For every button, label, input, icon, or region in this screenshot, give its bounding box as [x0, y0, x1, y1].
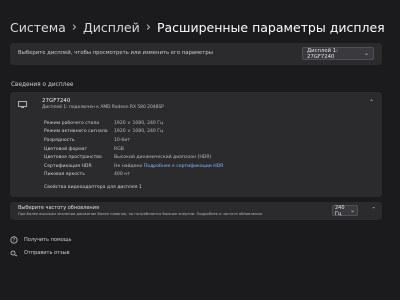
feedback-icon	[10, 250, 18, 257]
display-info-section-title: Сведения о дисплее	[11, 82, 74, 88]
property-value: 1920 × 1080, 240 Гц	[114, 120, 164, 126]
property-value: 400 нт	[114, 172, 130, 178]
display-info-panel: 27GF7240 Дисплей 1: подключен к AMD Rade…	[10, 92, 382, 197]
display-select-value: Дисплей 1: 27GF7240	[307, 47, 338, 60]
hdr-certification-link[interactable]: Подробнее о сертификации HDR	[144, 164, 224, 169]
property-row: Режим рабочего стола 1920 × 1080, 240 Гц	[44, 119, 223, 128]
monitor-icon	[18, 101, 27, 108]
property-row: Режим активного сигнала 1920 × 1080, 240…	[44, 128, 223, 137]
display-select-dropdown[interactable]: Дисплей 1: 27GF7240 ⌄	[302, 47, 374, 60]
property-row: Цветовое пространство Высокий динамическ…	[44, 153, 223, 162]
refresh-rate-title: Выберите частоту обновления	[18, 205, 99, 211]
property-label: Цветовое пространство	[44, 155, 102, 161]
page-title: Расширенные параметры дисплея	[156, 20, 385, 35]
device-connection: Дисплей 1: подключен к AMD Radeon RX 580…	[42, 105, 164, 110]
property-label: Пиковая яркость	[44, 172, 85, 178]
get-help-label: Получить помощь	[24, 237, 72, 243]
display-select-row: Выберите дисплей, чтобы просмотреть или …	[10, 43, 382, 65]
property-value: Высокий динамический диапазон (HDR)	[114, 155, 212, 161]
property-label: Разрядность	[44, 137, 75, 143]
breadcrumb-separator: ›	[145, 20, 151, 35]
device-name: 27GF7240	[42, 98, 71, 104]
property-value: RGB	[114, 146, 124, 152]
refresh-rate-panel: Выберите частоту обновления При более вы…	[10, 202, 382, 220]
chevron-down-icon: ⌄	[349, 207, 355, 214]
chevron-up-icon[interactable]: ⌃	[371, 207, 376, 213]
property-row: Цветовой формат RGB	[44, 145, 223, 154]
refresh-rate-description: При более высоком значении движение боле…	[18, 212, 262, 216]
refresh-rate-value: 240 Гц	[335, 204, 345, 217]
adapter-properties-link[interactable]: Свойства видеоадаптера для дисплея 1	[44, 185, 142, 190]
property-value: 1920 × 1080, 240 Гц	[114, 129, 164, 135]
breadcrumb-separator: ›	[71, 20, 77, 35]
property-label: Сертификация HDR	[44, 163, 92, 169]
property-label: Режим рабочего стола	[44, 120, 100, 126]
property-value: 10-бит	[114, 137, 130, 143]
property-row: Разрядность 10-бит	[44, 136, 223, 145]
display-properties: Режим рабочего стола 1920 × 1080, 240 Гц…	[44, 119, 223, 179]
get-help-link[interactable]: ? Получить помощь	[10, 236, 71, 244]
display-select-label: Выберите дисплей, чтобы просмотреть или …	[18, 50, 213, 56]
help-icon: ?	[10, 236, 18, 244]
refresh-rate-dropdown[interactable]: 240 Гц ⌄	[332, 204, 358, 217]
send-feedback-label: Отправить отзыв	[24, 250, 70, 256]
breadcrumb-system[interactable]: Система	[10, 20, 66, 35]
property-value: Не найдено Подробнее о сертификации HDR	[114, 164, 223, 169]
breadcrumb: Система › Дисплей › Расширенные параметр…	[10, 20, 385, 35]
chevron-down-icon: ⌄	[363, 50, 369, 57]
hdr-status: Не найдено	[114, 163, 143, 169]
property-label: Режим активного сигнала	[44, 129, 108, 135]
chevron-up-icon[interactable]: ⌃	[369, 99, 374, 106]
breadcrumb-display[interactable]: Дисплей	[83, 20, 140, 35]
property-row: Сертификация HDR Не найдено Подробнее о …	[44, 162, 223, 171]
send-feedback-link[interactable]: Отправить отзыв	[10, 249, 70, 257]
property-row: Пиковая яркость 400 нт	[44, 171, 223, 180]
property-label: Цветовой формат	[44, 146, 88, 152]
